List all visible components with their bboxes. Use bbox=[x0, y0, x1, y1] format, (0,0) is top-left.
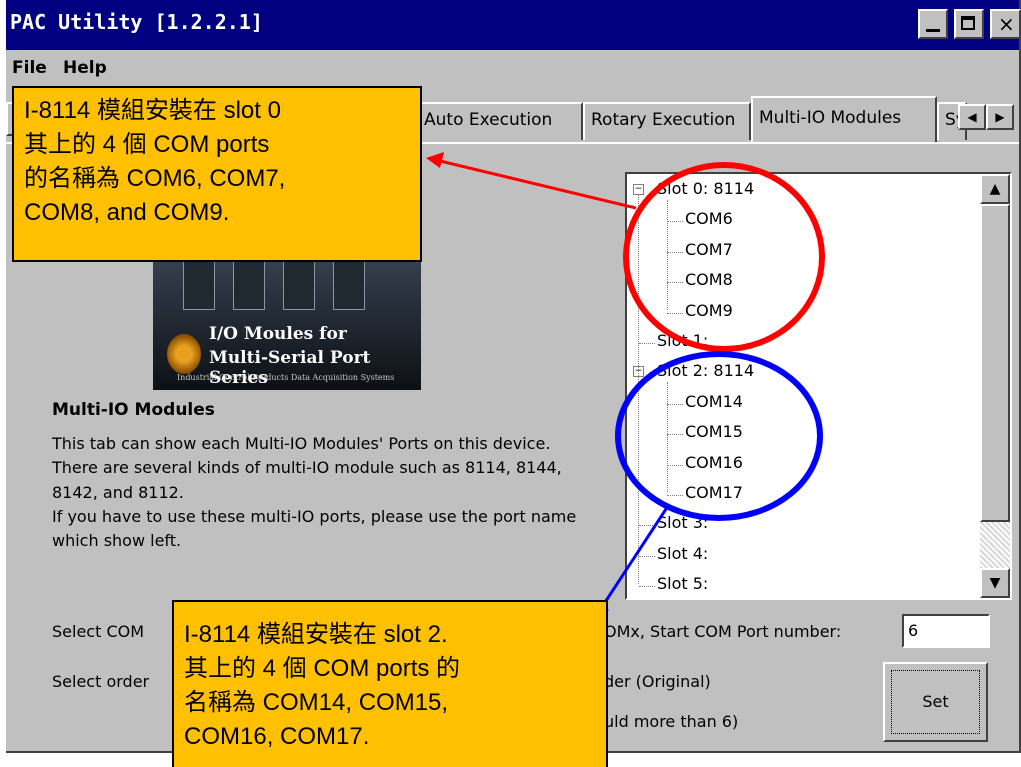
callout-slot2: I-8114 模組安裝在 slot 2. 其上的 4 個 COM ports 的… bbox=[172, 600, 608, 767]
callout-slot0: I-8114 模組安裝在 slot 0 其上的 4 個 COM ports 的名… bbox=[12, 86, 422, 262]
red-arrowhead-icon bbox=[426, 152, 444, 168]
blue-highlight-ellipse bbox=[615, 351, 823, 521]
blue-arrow-line bbox=[598, 505, 670, 611]
red-arrow-line bbox=[435, 158, 637, 210]
red-highlight-ellipse bbox=[623, 162, 825, 352]
